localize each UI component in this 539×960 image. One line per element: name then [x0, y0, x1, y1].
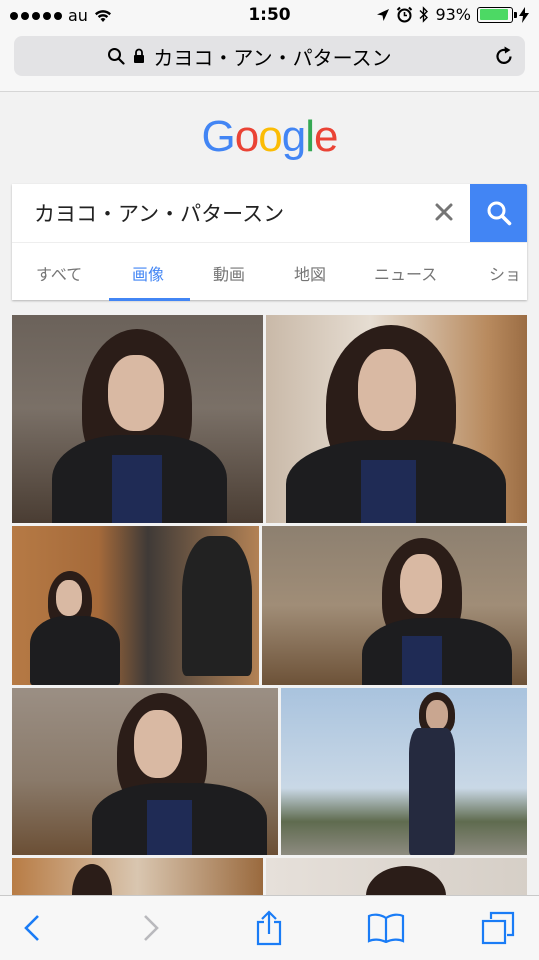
image-result[interactable]	[281, 688, 527, 855]
tab-shopping[interactable]: ショ	[489, 261, 521, 285]
image-result[interactable]	[12, 315, 263, 523]
forward-button[interactable]	[133, 910, 169, 946]
back-button[interactable]	[14, 910, 50, 946]
battery-percent: 93%	[435, 5, 471, 24]
logo-letter: o	[234, 112, 260, 161]
share-icon	[256, 910, 282, 946]
image-result[interactable]	[12, 858, 263, 895]
forward-icon	[144, 915, 159, 941]
address-content[interactable]: カヨコ・アン・パタースン	[14, 36, 485, 76]
search-icon	[108, 48, 125, 65]
tab-videos[interactable]: 動画	[213, 261, 245, 285]
status-right: 93%	[376, 5, 529, 24]
tabs-button[interactable]	[480, 910, 516, 946]
reload-icon[interactable]	[493, 45, 515, 67]
search-tabs: すべて 画像 動画 地図 ニュース ショ	[12, 242, 527, 301]
lock-icon	[134, 48, 145, 63]
location-arrow-icon	[377, 8, 390, 21]
clear-icon[interactable]	[432, 200, 456, 224]
address-bar[interactable]: カヨコ・アン・パタースン	[14, 36, 525, 76]
battery-icon	[477, 6, 517, 23]
tab-all[interactable]: すべて	[36, 261, 82, 285]
logo-letter: g	[281, 112, 307, 161]
share-button[interactable]	[251, 910, 287, 946]
address-text: カヨコ・アン・パタースン	[153, 45, 392, 70]
browser-toolbar	[0, 895, 539, 960]
status-bar: au 1:50 93%	[0, 0, 539, 30]
browser-address-area: カヨコ・アン・パタースン	[0, 30, 539, 92]
image-result[interactable]	[266, 315, 527, 523]
logo-letter: e	[313, 112, 339, 161]
image-result[interactable]	[266, 858, 527, 895]
back-icon	[24, 915, 39, 941]
image-result[interactable]	[262, 526, 527, 685]
logo-letter: o	[258, 112, 283, 161]
bookmarks-button[interactable]	[366, 910, 406, 946]
alarm-icon	[397, 6, 413, 23]
search-button[interactable]	[470, 184, 527, 242]
charging-bolt-icon	[519, 6, 529, 23]
tabs-icon	[481, 911, 515, 945]
battery-fill	[479, 9, 509, 20]
search-input[interactable]: カヨコ・アン・パタースン	[34, 198, 284, 228]
image-results-grid	[12, 315, 527, 895]
tab-maps[interactable]: 地図	[294, 261, 326, 285]
tab-news[interactable]: ニュース	[374, 261, 437, 285]
active-tab-indicator	[109, 298, 190, 301]
tab-images[interactable]: 画像	[132, 261, 164, 285]
logo-letter: G	[201, 112, 236, 161]
logo-letter: l	[305, 112, 315, 161]
search-icon	[487, 201, 511, 226]
google-logo: Google	[0, 112, 539, 162]
bookmarks-icon	[367, 913, 405, 943]
bluetooth-icon	[419, 6, 429, 23]
image-result[interactable]	[12, 526, 259, 685]
image-result[interactable]	[12, 688, 278, 855]
search-card: カヨコ・アン・パタースン すべて 画像 動画 地図 ニュース ショ	[12, 184, 527, 301]
